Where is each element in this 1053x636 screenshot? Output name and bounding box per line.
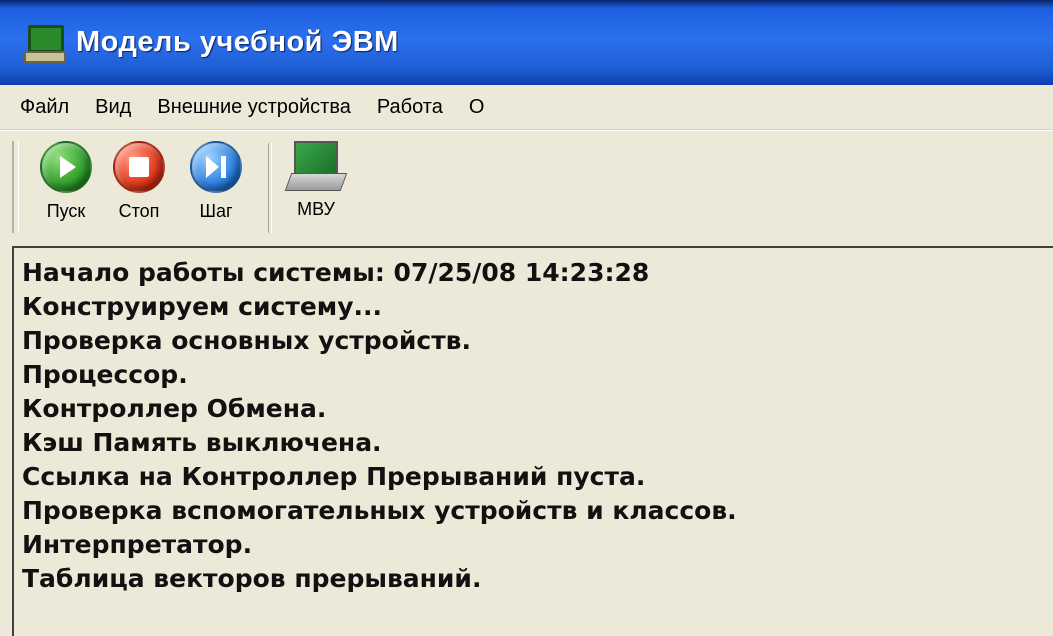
menu-about[interactable]: О xyxy=(456,96,498,119)
log-line: Кэш Память выключена. xyxy=(22,428,382,457)
play-icon xyxy=(40,141,92,193)
toolbar-grip[interactable] xyxy=(12,141,19,233)
stop-icon xyxy=(113,141,165,193)
step-icon xyxy=(190,141,242,193)
menu-view[interactable]: Вид xyxy=(82,96,144,119)
window-title: Модель учебной ЭВМ xyxy=(76,26,399,58)
toolbar-separator xyxy=(268,143,272,233)
log-line: Ссылка на Контроллер Прерываний пуста. xyxy=(22,462,646,491)
menu-file[interactable]: Файл xyxy=(0,96,82,119)
stop-label: Стоп xyxy=(118,201,160,221)
terminal-icon xyxy=(284,141,348,193)
log-line: Начало работы системы: 07/25/08 14:23:28 xyxy=(22,258,650,287)
start-label: Пуск xyxy=(46,201,86,221)
app-window: Модель учебной ЭВМ Файл Вид Внешние устр… xyxy=(0,0,1053,636)
log-line: Проверка вспомогательных устройств и кла… xyxy=(22,496,737,525)
mvu-button[interactable]: МВУ xyxy=(284,141,348,237)
mvu-label: МВУ xyxy=(297,199,335,219)
computer-icon xyxy=(24,23,66,63)
stop-button[interactable]: Стоп xyxy=(113,141,165,237)
start-button[interactable]: Пуск xyxy=(40,141,92,237)
step-button[interactable]: Шаг xyxy=(190,141,242,237)
log-line: Проверка основных устройств. xyxy=(22,326,471,355)
menu-run[interactable]: Работа xyxy=(364,96,456,119)
log-line: Контроллер Обмена. xyxy=(22,394,327,423)
log-line: Конструируем систему... xyxy=(22,292,383,321)
menu-external-devices[interactable]: Внешние устройства xyxy=(144,96,364,119)
toolbar: Пуск Стоп Шаг МВУ xyxy=(0,130,1053,246)
log-line: Интерпретатор. xyxy=(22,530,253,559)
log-line: Процессор. xyxy=(22,360,188,389)
step-label: Шаг xyxy=(199,201,233,221)
menu-bar: Файл Вид Внешние устройства Работа О xyxy=(0,85,1053,130)
log-line: Таблица векторов прерываний. xyxy=(22,564,482,593)
title-bar[interactable]: Модель учебной ЭВМ xyxy=(0,0,1053,85)
log-output[interactable]: Начало работы системы: 07/25/08 14:23:28… xyxy=(12,246,1053,636)
